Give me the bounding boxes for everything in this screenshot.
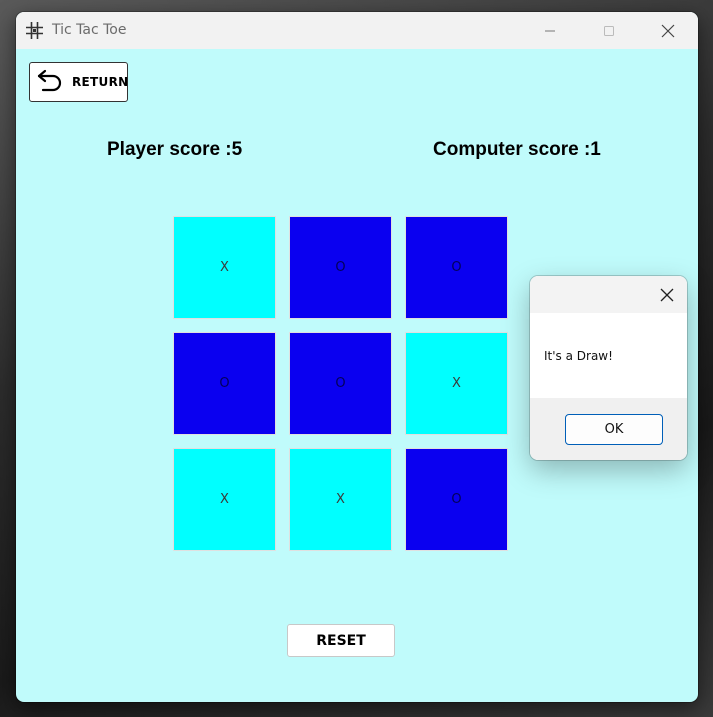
undo-arrow-icon xyxy=(36,67,64,97)
return-label: RETURN xyxy=(72,75,129,89)
board-cell-5[interactable]: O xyxy=(289,332,392,435)
computer-score: Computer score :1 xyxy=(433,139,601,160)
player-score: Player score :5 xyxy=(107,139,243,160)
game-board: X O O O O X X X O xyxy=(171,214,511,554)
dialog-footer: OK xyxy=(530,398,687,460)
board-cell-4[interactable]: O xyxy=(173,332,276,435)
dialog-close-button[interactable] xyxy=(647,276,687,313)
board-cell-1[interactable]: X xyxy=(173,216,276,319)
window-title: Tic Tac Toe xyxy=(52,22,127,38)
close-icon xyxy=(661,24,675,37)
board-cell-2[interactable]: O xyxy=(289,216,392,319)
tic-tac-toe-grid-icon xyxy=(25,21,44,40)
maximize-button[interactable] xyxy=(586,12,632,49)
title-bar[interactable]: Tic Tac Toe xyxy=(16,12,698,49)
ok-button[interactable]: OK xyxy=(565,414,663,445)
close-button[interactable] xyxy=(645,12,691,49)
minimize-button[interactable] xyxy=(527,12,573,49)
draw-message-dialog: It's a Draw! OK xyxy=(530,276,687,460)
board-cell-3[interactable]: O xyxy=(405,216,508,319)
dialog-title-bar[interactable] xyxy=(530,276,687,313)
board-cell-9[interactable]: O xyxy=(405,448,508,551)
board-cell-7[interactable]: X xyxy=(173,448,276,551)
return-button[interactable]: RETURN xyxy=(29,62,128,102)
maximize-icon xyxy=(604,25,614,36)
reset-button[interactable]: RESET xyxy=(287,624,395,657)
minimize-icon xyxy=(545,30,555,31)
dialog-message: It's a Draw! xyxy=(544,349,613,363)
close-icon xyxy=(660,288,674,301)
board-cell-8[interactable]: X xyxy=(289,448,392,551)
board-cell-6[interactable]: X xyxy=(405,332,508,435)
